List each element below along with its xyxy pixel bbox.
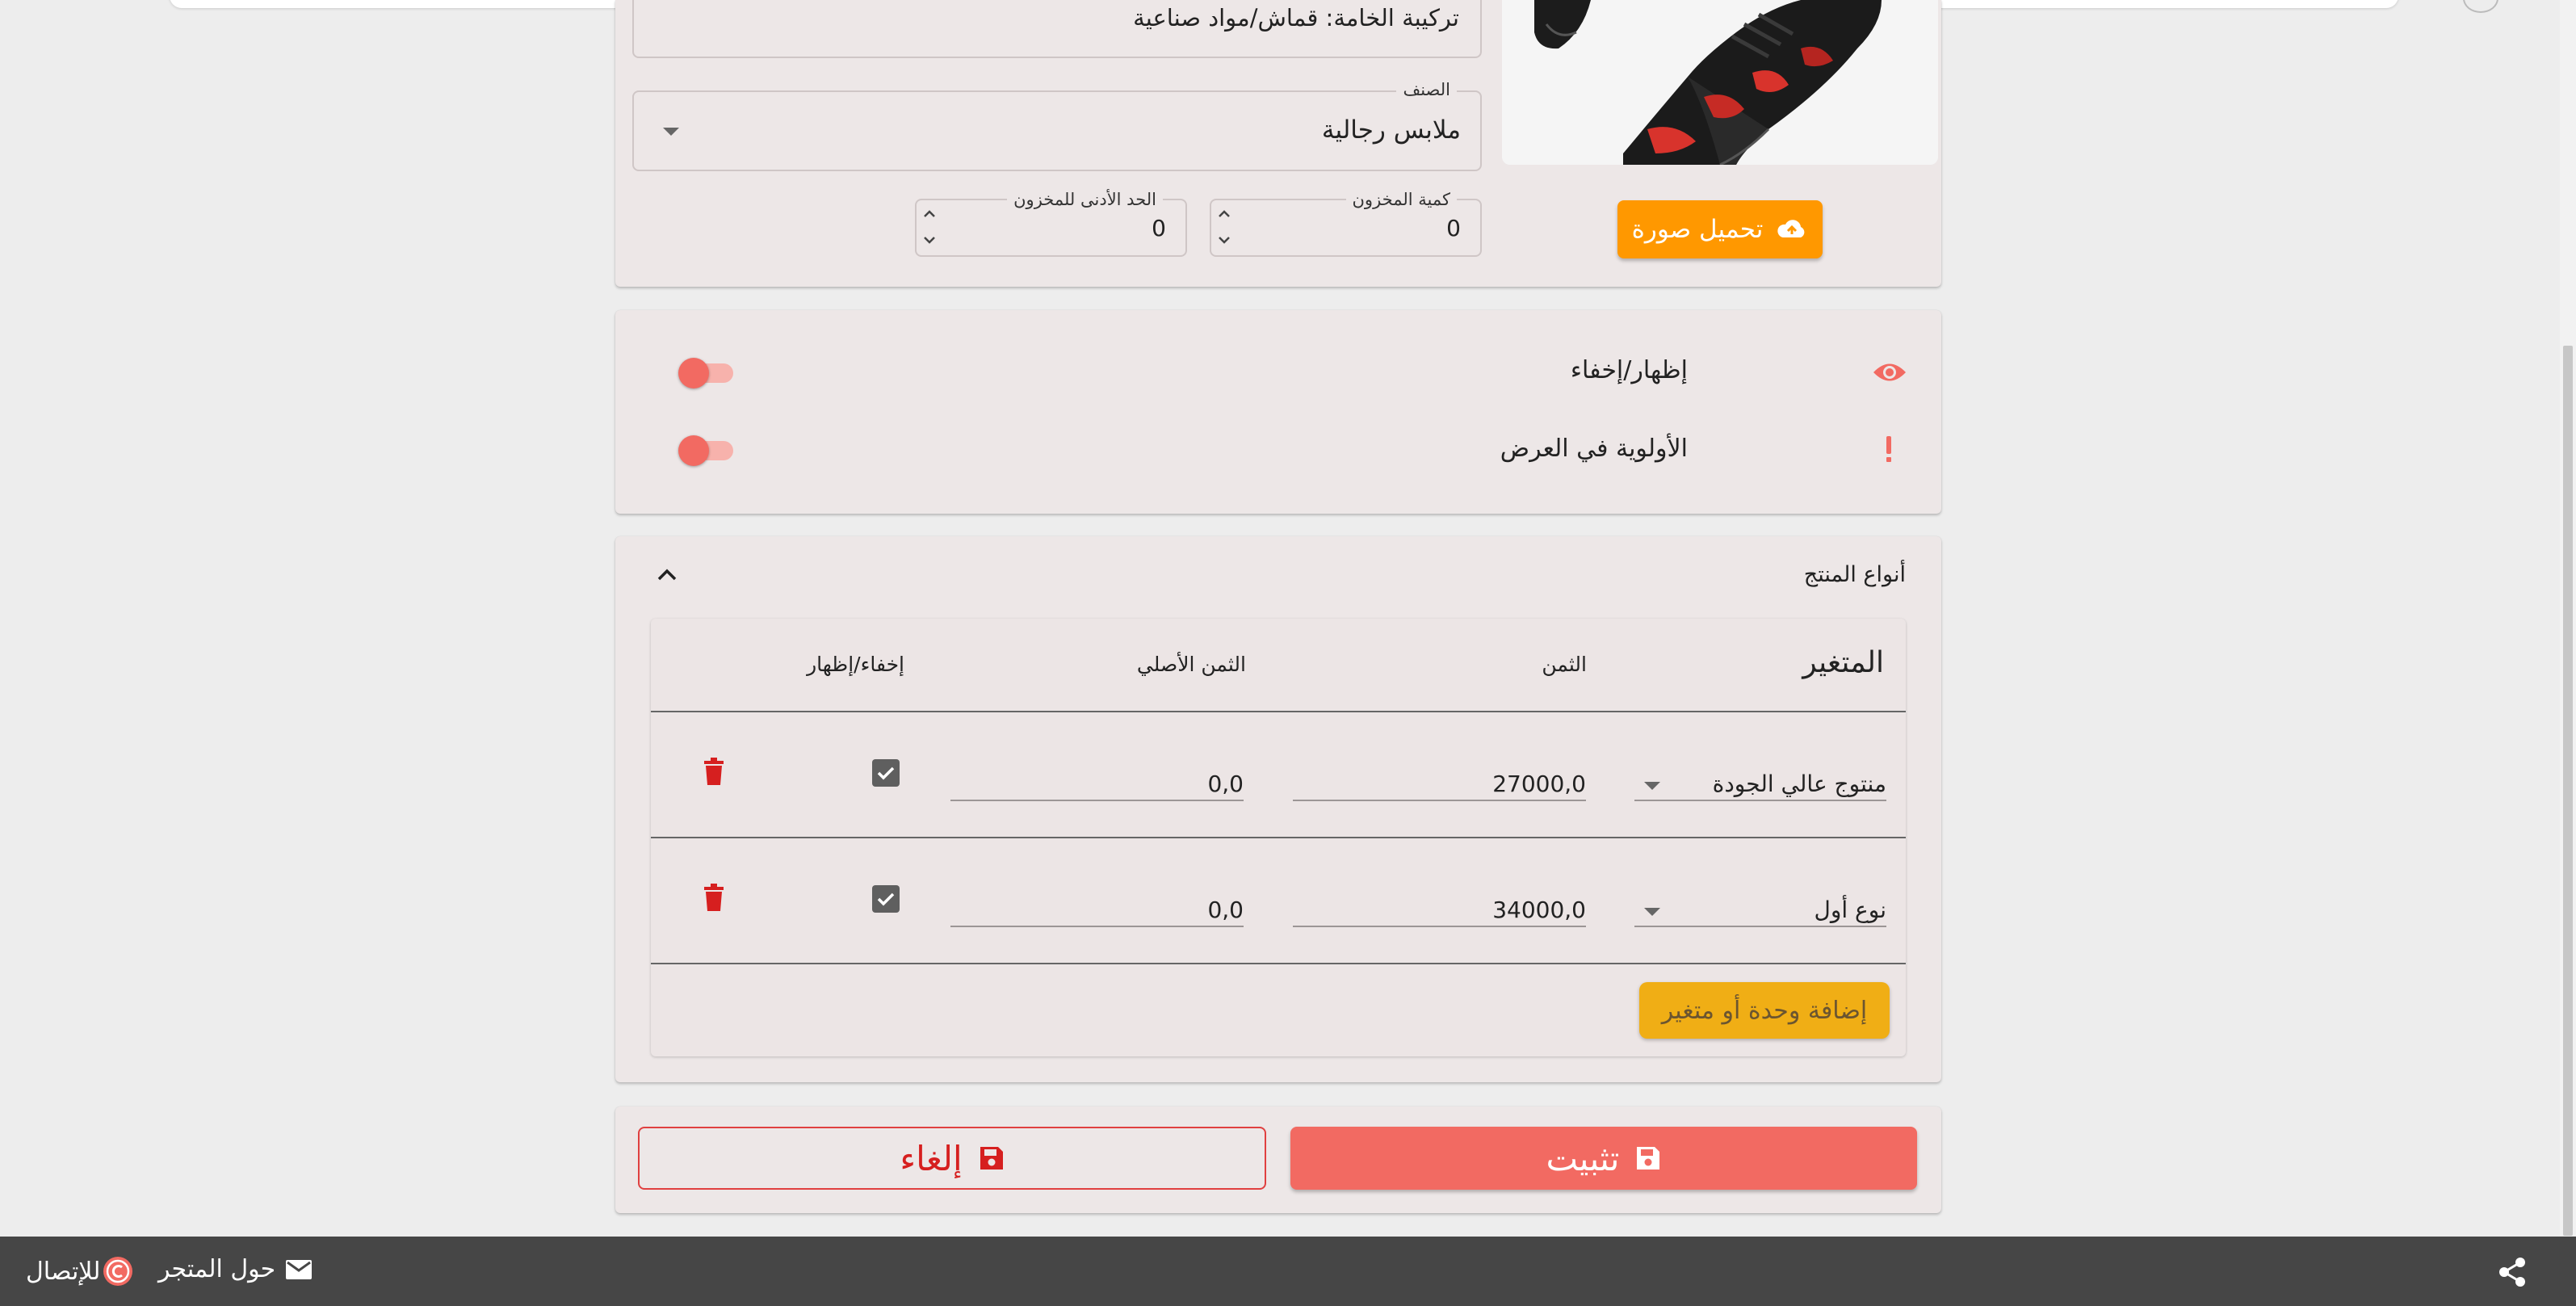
mail-icon [286, 1259, 313, 1279]
min-stock-value: 0 [1152, 215, 1166, 241]
upload-image-label: تحميل صورة [1631, 215, 1764, 244]
about-store-label: حول المتجر [158, 1255, 276, 1283]
col-original-price-header: الثمن الأصلي [1136, 653, 1246, 676]
share-icon[interactable] [2498, 1257, 2527, 1287]
table-row: منتوج عالي الجودة 27000,0 0,0 [651, 712, 1906, 837]
visible-checkbox[interactable] [872, 759, 900, 787]
show-hide-label: إظهار/إخفاء [1570, 356, 1688, 384]
save-label: تثبيت [1546, 1138, 1620, 1178]
visibility-card [615, 310, 1941, 514]
table-row: نوع أول 34000,0 0,0 [651, 838, 1906, 963]
row-divider [651, 963, 1906, 964]
cancel-label: إلغاء [900, 1138, 963, 1178]
stepper-arrows-icon[interactable] [921, 205, 938, 250]
save-button[interactable]: تثبيت [1290, 1127, 1917, 1190]
col-hide-show-header: إخفاء/إظهار [807, 653, 904, 676]
delete-icon[interactable] [703, 758, 725, 787]
variant-value: نوع أول [1814, 897, 1886, 923]
category-value: ملابس رجالية [1321, 115, 1461, 145]
stock-qty-value: 0 [1446, 215, 1461, 241]
variant-select[interactable]: منتوج عالي الجودة [1634, 769, 1886, 801]
chevron-up-icon[interactable] [656, 567, 678, 583]
col-price-header: الثمن [1542, 653, 1587, 676]
original-price-input[interactable]: 0,0 [950, 769, 1244, 801]
footer-bar [0, 1237, 2576, 1306]
toggle-knob [678, 358, 709, 388]
price-input[interactable]: 27000,0 [1293, 769, 1586, 801]
cloud-upload-icon [1777, 220, 1805, 237]
exclamation-icon [1886, 436, 1891, 462]
contact-label: للإتصال [26, 1257, 101, 1286]
original-price-input[interactable]: 0,0 [950, 895, 1244, 927]
col-variant-header: المتغير [1802, 646, 1884, 679]
upload-image-button[interactable]: تحميل صورة [1617, 200, 1823, 258]
toggle-knob [678, 435, 709, 466]
scrollbar-thumb[interactable] [2563, 346, 2573, 1236]
composition-field[interactable]: تركيبة الخامة: قماش/مواد صناعية [632, 0, 1482, 58]
about-store-link[interactable]: حول المتجر [158, 1255, 313, 1283]
chevron-down-icon [663, 128, 679, 136]
contact-link[interactable]: للإتصال [26, 1255, 134, 1287]
cancel-button[interactable]: إلغاء [638, 1127, 1266, 1190]
chevron-down-icon [1644, 782, 1660, 790]
variant-value: منتوج عالي الجودة [1712, 771, 1886, 797]
save-icon [1637, 1147, 1660, 1170]
eye-icon [1873, 363, 1906, 381]
add-variant-button[interactable]: إضافة وحدة أو متغير [1639, 982, 1890, 1039]
category-select[interactable]: ملابس رجالية [632, 90, 1482, 171]
category-label: الصنف [1396, 80, 1457, 99]
chevron-down-icon [1644, 908, 1660, 916]
check-icon [877, 892, 895, 906]
check-icon [877, 766, 895, 780]
min-stock-label: الحد الأدنى للمخزون [1007, 190, 1163, 209]
shoe-image [1502, 0, 1938, 165]
composition-value: تركيبة الخامة: قماش/مواد صناعية [1133, 4, 1459, 31]
variant-select[interactable]: نوع أول [1634, 895, 1886, 927]
copyright-icon [103, 1257, 133, 1286]
save-icon [980, 1147, 1003, 1170]
variants-section-title: أنواع المنتج [1803, 562, 1906, 587]
stepper-arrows-icon[interactable] [1216, 205, 1232, 250]
product-image [1502, 0, 1938, 165]
display-priority-label: الأولوية في العرض [1500, 435, 1688, 463]
delete-icon[interactable] [703, 884, 725, 913]
stock-qty-label: كمية المخزون [1345, 190, 1457, 209]
visible-checkbox[interactable] [872, 885, 900, 913]
price-input[interactable]: 34000,0 [1293, 895, 1586, 927]
